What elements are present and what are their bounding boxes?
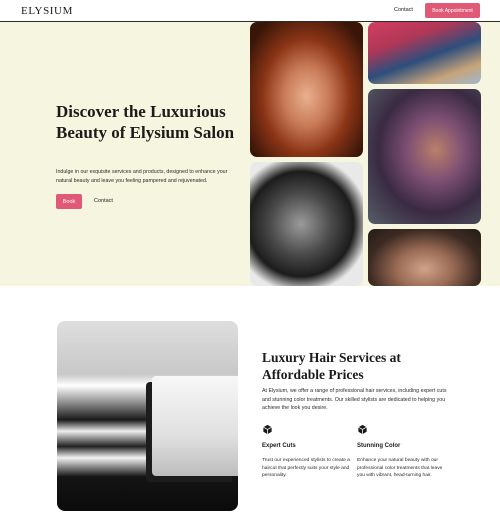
- services-description: At Elysium, we offer a range of professi…: [262, 388, 447, 411]
- hero-contact-link[interactable]: Contact: [94, 198, 113, 204]
- fashion-jacket-image: [368, 22, 481, 84]
- cube-icon: [358, 424, 367, 435]
- portrait-undercut-image: [250, 162, 363, 286]
- hero-section: Discover the Luxurious Beauty of Elysium…: [0, 22, 500, 286]
- logo[interactable]: ELYSIUM: [21, 5, 73, 17]
- feature-description-stunning-color: Enhance your natural beauty with our pro…: [357, 458, 443, 479]
- hero-book-button[interactable]: Book: [56, 194, 82, 209]
- salon-sink-shape: [152, 376, 238, 476]
- portrait-purple-hair-image: [368, 89, 481, 224]
- portrait-red-hair-image: [250, 22, 363, 157]
- feature-description-expert-cuts: Trust our experienced stylists to create…: [262, 458, 350, 479]
- feature-title-expert-cuts: Expert Cuts: [262, 443, 296, 449]
- nav-contact-link[interactable]: Contact: [394, 7, 413, 13]
- hero-description: Indulge in our exquisite services and pr…: [56, 169, 228, 184]
- cube-icon: [263, 424, 272, 435]
- feature-title-stunning-color: Stunning Color: [357, 443, 401, 449]
- services-title: Luxury Hair Services at Affordable Price…: [262, 350, 401, 382]
- hero-title: Discover the Luxurious Beauty of Elysium…: [56, 102, 235, 142]
- site-header: ELYSIUM Contact Book Appointment: [0, 0, 500, 22]
- portrait-hat-image: [368, 229, 481, 286]
- book-appointment-button[interactable]: Book Appointment: [425, 3, 480, 18]
- salon-wash-station-image: [57, 321, 238, 511]
